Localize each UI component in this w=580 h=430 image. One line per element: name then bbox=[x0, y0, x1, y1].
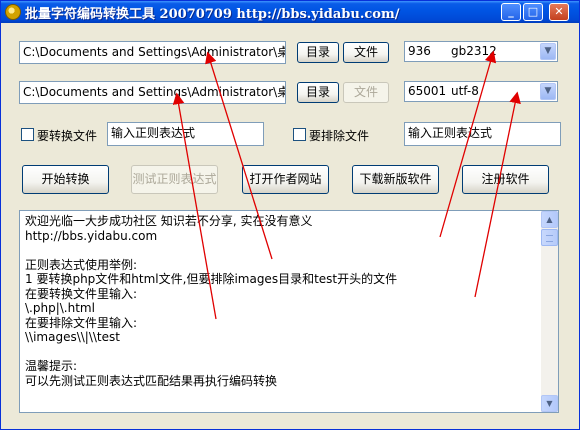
test-regex-button[interactable]: 测试正则表达式 bbox=[131, 165, 218, 194]
maximize-button[interactable]: □ bbox=[523, 3, 543, 21]
open-author-site-button[interactable]: 打开作者网站 bbox=[242, 165, 329, 194]
log-text: 欢迎光临一大步成功社区 知识若不分享, 实在没有意义 http://bbs.yid… bbox=[25, 214, 535, 388]
download-new-button[interactable]: 下载新版软件 bbox=[352, 165, 439, 194]
source-encoding-code: 936 bbox=[408, 44, 431, 58]
log-line: http://bbs.yidabu.com bbox=[25, 228, 158, 243]
log-line: 欢迎光临一大步成功社区 知识若不分享, 实在没有意义 bbox=[25, 214, 313, 228]
source-encoding-select[interactable]: 936 gb2312 ▼ bbox=[404, 41, 558, 62]
close-button[interactable]: ✕ bbox=[549, 3, 569, 21]
log-line: \\images\\|\\test bbox=[25, 330, 120, 344]
log-line: 温馨提示: bbox=[25, 359, 78, 373]
convert-regex-input[interactable]: 输入正则表达式 bbox=[107, 122, 264, 146]
main-window: 批量字符编码转换工具 20070709 http://bbs.yidabu.co… bbox=[0, 0, 580, 430]
window-title: 批量字符编码转换工具 20070709 http://bbs.yidabu.co… bbox=[25, 7, 400, 22]
convert-files-checkbox[interactable] bbox=[21, 128, 34, 141]
log-line: 在要转换文件里输入: bbox=[25, 286, 138, 301]
log-textarea[interactable]: 欢迎光临一大步成功社区 知识若不分享, 实在没有意义 http://bbs.yid… bbox=[19, 210, 559, 413]
target-encoding-code: 65001 bbox=[408, 84, 447, 98]
source-file-button[interactable]: 文件 bbox=[343, 42, 389, 63]
target-file-button[interactable]: 文件 bbox=[343, 82, 389, 103]
source-encoding-name: gb2312 bbox=[451, 44, 497, 58]
register-button[interactable]: 注册软件 bbox=[462, 165, 549, 194]
exclude-regex-input[interactable]: 输入正则表达式 bbox=[404, 122, 561, 146]
exclude-files-label: 要排除文件 bbox=[309, 129, 370, 143]
log-line: 1 要转换php文件和html文件,但要排除images目录和test开头的文件 bbox=[25, 272, 398, 286]
exclude-files-checkbox[interactable] bbox=[293, 128, 306, 141]
log-line: \.php|\.html bbox=[25, 301, 95, 315]
target-dir-button[interactable]: 目录 bbox=[297, 82, 339, 103]
source-path-input[interactable]: C:\Documents and Settings\Administrator\… bbox=[19, 41, 286, 64]
source-dir-button[interactable]: 目录 bbox=[297, 42, 339, 63]
log-line: 可以先测试正则表达式匹配结果再执行编码转换 bbox=[25, 373, 278, 388]
vertical-scrollbar[interactable]: ▲ ▼ bbox=[541, 211, 558, 412]
convert-files-label: 要转换文件 bbox=[37, 129, 98, 143]
title-bar[interactable]: 批量字符编码转换工具 20070709 http://bbs.yidabu.co… bbox=[1, 1, 579, 23]
app-icon bbox=[5, 4, 21, 20]
target-encoding-select[interactable]: 65001 utf-8 ▼ bbox=[404, 81, 558, 102]
target-encoding-name: utf-8 bbox=[451, 84, 479, 98]
scroll-down-icon[interactable]: ▼ bbox=[541, 395, 558, 412]
scroll-thumb[interactable] bbox=[541, 229, 558, 246]
log-line: 正则表达式使用举例: bbox=[25, 257, 138, 272]
target-path-input[interactable]: C:\Documents and Settings\Administrator\… bbox=[19, 81, 286, 104]
start-convert-button[interactable]: 开始转换 bbox=[22, 165, 109, 194]
chevron-down-icon[interactable]: ▼ bbox=[540, 83, 556, 100]
chevron-down-icon[interactable]: ▼ bbox=[540, 43, 556, 60]
minimize-button[interactable]: _ bbox=[501, 3, 521, 21]
scroll-up-icon[interactable]: ▲ bbox=[541, 211, 558, 228]
log-line: 在要排除文件里输入: bbox=[25, 315, 138, 330]
